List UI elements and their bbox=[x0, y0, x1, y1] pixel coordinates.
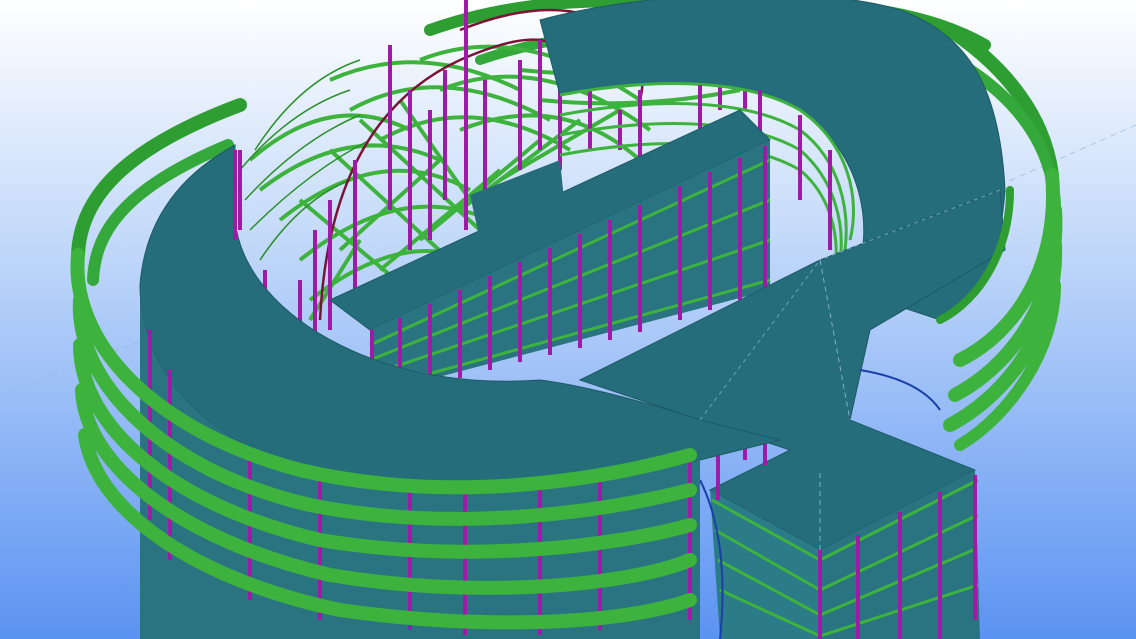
structural-model-3d-view[interactable] bbox=[0, 0, 1136, 639]
model-viewport[interactable] bbox=[0, 0, 1136, 639]
